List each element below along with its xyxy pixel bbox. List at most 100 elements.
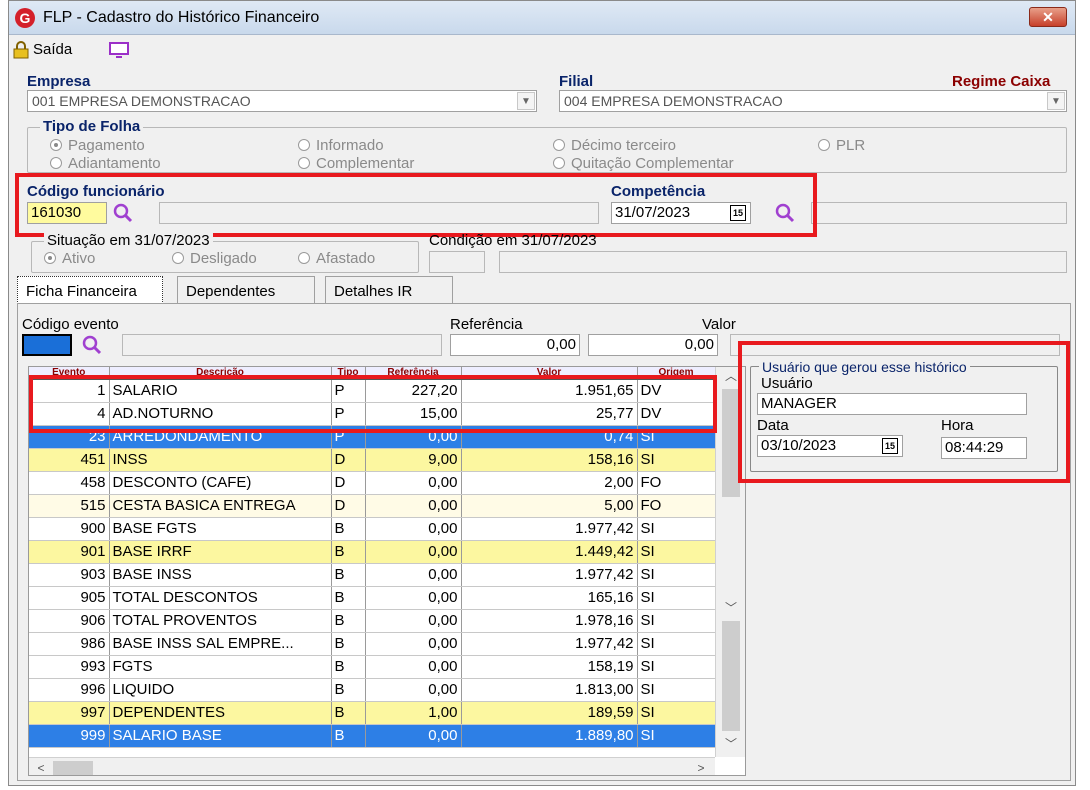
cell-origem[interactable]: SI	[637, 678, 716, 702]
cell-valor[interactable]: 158,16	[461, 448, 638, 472]
scroll-right-icon[interactable]: >	[691, 759, 711, 775]
cell-tipo[interactable]: B	[331, 701, 366, 725]
cell-descricao[interactable]: BASE INSS SAL EMPRE...	[109, 632, 332, 656]
cell-valor[interactable]: 5,00	[461, 494, 638, 518]
scroll-thumb-2[interactable]	[722, 621, 740, 731]
table-row[interactable]: 993 FGTS B 0,00 158,19 SI	[29, 655, 716, 679]
cell-referencia[interactable]: 9,00	[365, 448, 462, 472]
radio-desligado[interactable]: Desligado	[172, 250, 257, 267]
table-row[interactable]: 997 DEPENDENTES B 1,00 189,59 SI	[29, 701, 716, 725]
cell-descricao[interactable]: DEPENDENTES	[109, 701, 332, 725]
cell-referencia[interactable]: 0,00	[365, 517, 462, 541]
cell-tipo[interactable]: B	[331, 632, 366, 656]
radio-complementar[interactable]: Complementar	[298, 155, 414, 172]
cell-valor[interactable]: 165,16	[461, 586, 638, 610]
cell-referencia[interactable]: 0,00	[365, 609, 462, 633]
cell-origem[interactable]: SI	[637, 540, 716, 564]
cell-descricao[interactable]: CESTA BASICA ENTREGA	[109, 494, 332, 518]
radio-decimo-terceiro[interactable]: Décimo terceiro	[553, 137, 676, 154]
lock-icon[interactable]	[13, 41, 29, 59]
table-row[interactable]: 458 DESCONTO (CAFE) D 0,00 2,00 FO	[29, 471, 716, 495]
cell-referencia[interactable]: 0,00	[365, 563, 462, 587]
cell-evento[interactable]: 999	[29, 724, 110, 748]
cell-valor[interactable]: 1.449,42	[461, 540, 638, 564]
monitor-icon[interactable]	[109, 42, 129, 58]
tab-dependentes[interactable]: Dependentes	[177, 276, 315, 304]
cell-valor[interactable]: 158,19	[461, 655, 638, 679]
tab-ficha-financeira[interactable]: Ficha Financeira	[17, 276, 163, 304]
cell-tipo[interactable]: B	[331, 724, 366, 748]
cell-valor[interactable]: 1.977,42	[461, 563, 638, 587]
scroll-down-icon[interactable]: ﹀	[721, 599, 741, 617]
cell-origem[interactable]: SI	[637, 655, 716, 679]
table-row[interactable]: 515 CESTA BASICA ENTREGA D 0,00 5,00 FO	[29, 494, 716, 518]
filial-select[interactable]: 004 EMPRESA DEMONSTRACAO ▼	[559, 90, 1067, 112]
cell-descricao[interactable]: BASE INSS	[109, 563, 332, 587]
cell-origem[interactable]: FO	[637, 494, 716, 518]
radio-adiantamento[interactable]: Adiantamento	[50, 155, 161, 172]
cell-origem[interactable]: SI	[637, 701, 716, 725]
cell-origem[interactable]: SI	[637, 609, 716, 633]
table-row[interactable]: 999 SALARIO BASE B 0,00 1.889,80 SI	[29, 724, 716, 748]
valor-input[interactable]: 0,00	[588, 334, 718, 356]
radio-pagamento[interactable]: Pagamento	[50, 137, 145, 154]
scroll-down-icon[interactable]: ﹀	[721, 735, 741, 753]
cell-descricao[interactable]: FGTS	[109, 655, 332, 679]
chevron-down-icon[interactable]: ▼	[517, 92, 535, 110]
radio-ativo[interactable]: Ativo	[44, 250, 95, 267]
cell-valor[interactable]: 189,59	[461, 701, 638, 725]
exit-button[interactable]: Saída	[33, 41, 72, 58]
referencia-input[interactable]: 0,00	[450, 334, 580, 356]
cell-evento[interactable]: 515	[29, 494, 110, 518]
cell-valor[interactable]: 1.889,80	[461, 724, 638, 748]
cell-referencia[interactable]: 0,00	[365, 471, 462, 495]
cell-origem[interactable]: FO	[637, 471, 716, 495]
cell-tipo[interactable]: B	[331, 609, 366, 633]
cell-tipo[interactable]: B	[331, 586, 366, 610]
cell-origem[interactable]: SI	[637, 586, 716, 610]
cell-tipo[interactable]: B	[331, 563, 366, 587]
close-button[interactable]: ✕	[1029, 7, 1067, 27]
tab-detalhes-ir[interactable]: Detalhes IR	[325, 276, 453, 304]
cell-referencia[interactable]: 0,00	[365, 724, 462, 748]
table-row[interactable]: 901 BASE IRRF B 0,00 1.449,42 SI	[29, 540, 716, 564]
cell-evento[interactable]: 901	[29, 540, 110, 564]
cell-origem[interactable]: SI	[637, 448, 716, 472]
cell-tipo[interactable]: D	[331, 494, 366, 518]
chevron-down-icon[interactable]: ▼	[1047, 92, 1065, 110]
radio-informado[interactable]: Informado	[298, 137, 384, 154]
scroll-thumb-h[interactable]	[53, 761, 93, 775]
cell-descricao[interactable]: SALARIO BASE	[109, 724, 332, 748]
cell-evento[interactable]: 451	[29, 448, 110, 472]
table-row[interactable]: 996 LIQUIDO B 0,00 1.813,00 SI	[29, 678, 716, 702]
cell-referencia[interactable]: 0,00	[365, 632, 462, 656]
codigo-evento-input[interactable]	[22, 334, 72, 356]
cell-evento[interactable]: 905	[29, 586, 110, 610]
cell-valor[interactable]: 1.978,16	[461, 609, 638, 633]
cell-descricao[interactable]: BASE FGTS	[109, 517, 332, 541]
cell-evento[interactable]: 997	[29, 701, 110, 725]
cell-tipo[interactable]: B	[331, 517, 366, 541]
table-row[interactable]: 906 TOTAL PROVENTOS B 0,00 1.978,16 SI	[29, 609, 716, 633]
table-row[interactable]: 900 BASE FGTS B 0,00 1.977,42 SI	[29, 517, 716, 541]
cell-referencia[interactable]: 0,00	[365, 655, 462, 679]
search-icon[interactable]	[82, 335, 102, 355]
cell-tipo[interactable]: B	[331, 678, 366, 702]
cell-evento[interactable]: 986	[29, 632, 110, 656]
cell-valor[interactable]: 1.977,42	[461, 517, 638, 541]
radio-quitacao-complementar[interactable]: Quitação Complementar	[553, 155, 734, 172]
cell-descricao[interactable]: INSS	[109, 448, 332, 472]
cell-evento[interactable]: 996	[29, 678, 110, 702]
radio-plr[interactable]: PLR	[818, 137, 865, 154]
cell-descricao[interactable]: DESCONTO (CAFE)	[109, 471, 332, 495]
cell-evento[interactable]: 906	[29, 609, 110, 633]
cell-valor[interactable]: 2,00	[461, 471, 638, 495]
cell-origem[interactable]: SI	[637, 632, 716, 656]
cell-descricao[interactable]: TOTAL DESCONTOS	[109, 586, 332, 610]
radio-afastado[interactable]: Afastado	[298, 250, 375, 267]
cell-tipo[interactable]: D	[331, 471, 366, 495]
table-row[interactable]: 986 BASE INSS SAL EMPRE... B 0,00 1.977,42 SI	[29, 632, 716, 656]
cell-origem[interactable]: SI	[637, 724, 716, 748]
scroll-left-icon[interactable]: <	[31, 759, 51, 775]
cell-origem[interactable]: SI	[637, 563, 716, 587]
